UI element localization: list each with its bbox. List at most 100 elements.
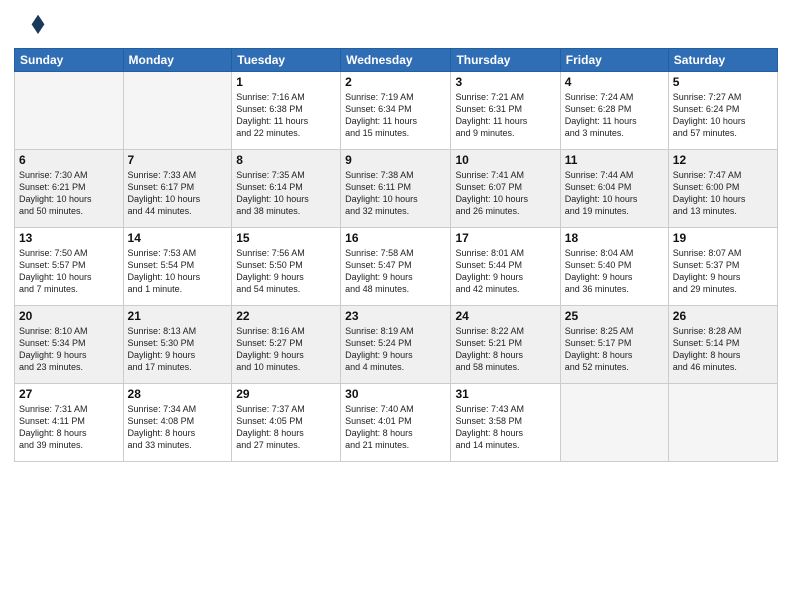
day-info: Sunrise: 7:34 AMSunset: 4:08 PMDaylight:…	[128, 403, 228, 452]
day-number: 8	[236, 153, 336, 167]
day-info: Sunrise: 8:22 AMSunset: 5:21 PMDaylight:…	[455, 325, 555, 374]
calendar-cell: 18 Sunrise: 8:04 AMSunset: 5:40 PMDayligh…	[560, 228, 668, 306]
day-number: 11	[565, 153, 664, 167]
calendar-cell: 5 Sunrise: 7:27 AMSunset: 6:24 PMDaylight…	[668, 72, 777, 150]
day-number: 29	[236, 387, 336, 401]
calendar-cell: 22 Sunrise: 8:16 AMSunset: 5:27 PMDayligh…	[232, 306, 341, 384]
calendar-cell: 11Sunrise: 7:44 AMSunset: 6:04 PMDayligh…	[560, 150, 668, 228]
day-number: 22	[236, 309, 336, 323]
day-info: Sunrise: 8:19 AMSunset: 5:24 PMDaylight:…	[345, 325, 446, 374]
calendar-cell: 7 Sunrise: 7:33 AMSunset: 6:17 PMDaylight…	[123, 150, 232, 228]
calendar-cell: 31 Sunrise: 7:43 AMSunset: 3:58 PMDayligh…	[451, 384, 560, 462]
calendar-cell: 12 Sunrise: 7:47 AMSunset: 6:00 PMDayligh…	[668, 150, 777, 228]
week-row-3: 13Sunrise: 7:50 AMSunset: 5:57 PMDayligh…	[15, 228, 778, 306]
calendar-cell: 26 Sunrise: 8:28 AMSunset: 5:14 PMDayligh…	[668, 306, 777, 384]
calendar-cell	[560, 384, 668, 462]
day-info: Sunrise: 7:35 AMSunset: 6:14 PMDaylight:…	[236, 169, 336, 218]
header	[14, 10, 778, 42]
calendar-cell: 14 Sunrise: 7:53 AMSunset: 5:54 PMDayligh…	[123, 228, 232, 306]
day-number: 14	[128, 231, 228, 245]
day-number: 6	[19, 153, 119, 167]
weekday-header-row: SundayMondayTuesdayWednesdayThursdayFrid…	[15, 49, 778, 72]
calendar-cell: 23 Sunrise: 8:19 AMSunset: 5:24 PMDayligh…	[341, 306, 451, 384]
day-number: 15	[236, 231, 336, 245]
calendar-cell: 28 Sunrise: 7:34 AMSunset: 4:08 PMDayligh…	[123, 384, 232, 462]
day-number: 23	[345, 309, 446, 323]
day-info: Sunrise: 7:38 AMSunset: 6:11 PMDaylight:…	[345, 169, 446, 218]
day-number: 12	[673, 153, 773, 167]
calendar-cell: 13Sunrise: 7:50 AMSunset: 5:57 PMDayligh…	[15, 228, 124, 306]
day-number: 7	[128, 153, 228, 167]
calendar-cell: 24 Sunrise: 8:22 AMSunset: 5:21 PMDayligh…	[451, 306, 560, 384]
day-number: 5	[673, 75, 773, 89]
day-info: Sunrise: 7:16 AMSunset: 6:38 PMDaylight:…	[236, 91, 336, 140]
day-number: 9	[345, 153, 446, 167]
day-info: Sunrise: 7:58 AMSunset: 5:47 PMDaylight:…	[345, 247, 446, 296]
calendar-cell: 30 Sunrise: 7:40 AMSunset: 4:01 PMDayligh…	[341, 384, 451, 462]
day-number: 25	[565, 309, 664, 323]
day-number: 31	[455, 387, 555, 401]
day-number: 19	[673, 231, 773, 245]
calendar-cell: 4Sunrise: 7:24 AMSunset: 6:28 PMDaylight…	[560, 72, 668, 150]
day-number: 18	[565, 231, 664, 245]
calendar-cell: 16 Sunrise: 7:58 AMSunset: 5:47 PMDayligh…	[341, 228, 451, 306]
day-number: 10	[455, 153, 555, 167]
week-row-5: 27Sunrise: 7:31 AMSunset: 4:11 PMDayligh…	[15, 384, 778, 462]
day-info: Sunrise: 7:41 AMSunset: 6:07 PMDaylight:…	[455, 169, 555, 218]
calendar-cell	[123, 72, 232, 150]
day-number: 26	[673, 309, 773, 323]
calendar-cell: 3 Sunrise: 7:21 AMSunset: 6:31 PMDaylight…	[451, 72, 560, 150]
day-number: 21	[128, 309, 228, 323]
calendar: SundayMondayTuesdayWednesdayThursdayFrid…	[14, 48, 778, 462]
day-number: 3	[455, 75, 555, 89]
day-info: Sunrise: 7:47 AMSunset: 6:00 PMDaylight:…	[673, 169, 773, 218]
day-number: 16	[345, 231, 446, 245]
day-info: Sunrise: 7:37 AMSunset: 4:05 PMDaylight:…	[236, 403, 336, 452]
day-number: 20	[19, 309, 119, 323]
day-info: Sunrise: 8:16 AMSunset: 5:27 PMDaylight:…	[236, 325, 336, 374]
day-info: Sunrise: 7:33 AMSunset: 6:17 PMDaylight:…	[128, 169, 228, 218]
day-info: Sunrise: 8:28 AMSunset: 5:14 PMDaylight:…	[673, 325, 773, 374]
day-info: Sunrise: 8:01 AMSunset: 5:44 PMDaylight:…	[455, 247, 555, 296]
calendar-cell: 27Sunrise: 7:31 AMSunset: 4:11 PMDayligh…	[15, 384, 124, 462]
calendar-cell: 2Sunrise: 7:19 AMSunset: 6:34 PMDaylight…	[341, 72, 451, 150]
calendar-cell: 1 Sunrise: 7:16 AMSunset: 6:38 PMDaylight…	[232, 72, 341, 150]
day-info: Sunrise: 8:13 AMSunset: 5:30 PMDaylight:…	[128, 325, 228, 374]
day-info: Sunrise: 7:40 AMSunset: 4:01 PMDaylight:…	[345, 403, 446, 452]
calendar-cell: 17 Sunrise: 8:01 AMSunset: 5:44 PMDayligh…	[451, 228, 560, 306]
day-info: Sunrise: 7:43 AMSunset: 3:58 PMDaylight:…	[455, 403, 555, 452]
day-info: Sunrise: 8:10 AMSunset: 5:34 PMDaylight:…	[19, 325, 119, 374]
page: SundayMondayTuesdayWednesdayThursdayFrid…	[0, 0, 792, 612]
calendar-cell: 29 Sunrise: 7:37 AMSunset: 4:05 PMDayligh…	[232, 384, 341, 462]
day-info: Sunrise: 7:50 AMSunset: 5:57 PMDaylight:…	[19, 247, 119, 296]
day-info: Sunrise: 7:19 AMSunset: 6:34 PMDaylight:…	[345, 91, 446, 140]
calendar-cell: 6 Sunrise: 7:30 AMSunset: 6:21 PMDaylight…	[15, 150, 124, 228]
day-info: Sunrise: 8:07 AMSunset: 5:37 PMDaylight:…	[673, 247, 773, 296]
calendar-cell: 8 Sunrise: 7:35 AMSunset: 6:14 PMDaylight…	[232, 150, 341, 228]
calendar-cell: 15 Sunrise: 7:56 AMSunset: 5:50 PMDayligh…	[232, 228, 341, 306]
day-info: Sunrise: 7:27 AMSunset: 6:24 PMDaylight:…	[673, 91, 773, 140]
weekday-header-saturday: Saturday	[668, 49, 777, 72]
calendar-cell	[668, 384, 777, 462]
weekday-header-thursday: Thursday	[451, 49, 560, 72]
week-row-1: 1 Sunrise: 7:16 AMSunset: 6:38 PMDaylight…	[15, 72, 778, 150]
weekday-header-friday: Friday	[560, 49, 668, 72]
day-number: 17	[455, 231, 555, 245]
logo	[14, 10, 50, 42]
day-number: 1	[236, 75, 336, 89]
weekday-header-monday: Monday	[123, 49, 232, 72]
day-info: Sunrise: 7:31 AMSunset: 4:11 PMDaylight:…	[19, 403, 119, 452]
calendar-cell: 21 Sunrise: 8:13 AMSunset: 5:30 PMDayligh…	[123, 306, 232, 384]
day-number: 24	[455, 309, 555, 323]
day-info: Sunrise: 8:04 AMSunset: 5:40 PMDaylight:…	[565, 247, 664, 296]
weekday-header-tuesday: Tuesday	[232, 49, 341, 72]
week-row-4: 20 Sunrise: 8:10 AMSunset: 5:34 PMDayligh…	[15, 306, 778, 384]
day-number: 30	[345, 387, 446, 401]
day-info: Sunrise: 7:30 AMSunset: 6:21 PMDaylight:…	[19, 169, 119, 218]
calendar-cell: 25Sunrise: 8:25 AMSunset: 5:17 PMDayligh…	[560, 306, 668, 384]
day-info: Sunrise: 7:21 AMSunset: 6:31 PMDaylight:…	[455, 91, 555, 140]
calendar-cell	[15, 72, 124, 150]
day-info: Sunrise: 7:53 AMSunset: 5:54 PMDaylight:…	[128, 247, 228, 296]
day-number: 28	[128, 387, 228, 401]
day-info: Sunrise: 7:56 AMSunset: 5:50 PMDaylight:…	[236, 247, 336, 296]
